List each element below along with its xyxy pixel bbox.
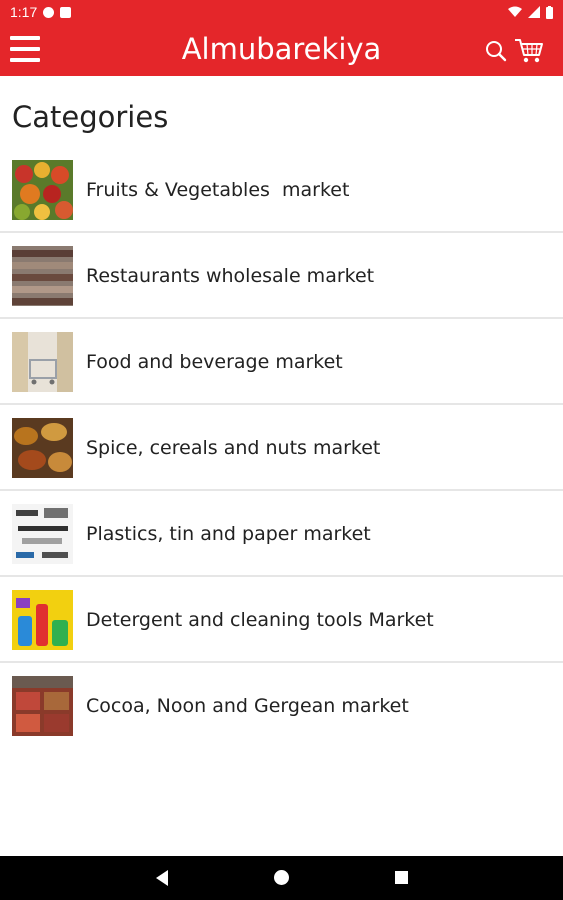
status-left: 1:17 xyxy=(10,4,72,20)
category-label: Food and beverage market xyxy=(86,351,343,373)
restaurants-wholesale-thumbnail xyxy=(12,246,73,306)
wifi-icon xyxy=(508,6,522,17)
system-nav-bar xyxy=(0,856,563,900)
status-bar: 1:17 xyxy=(0,0,563,24)
category-item-restaurants-wholesale[interactable]: Restaurants wholesale market xyxy=(0,233,563,319)
category-label: Cocoa, Noon and Gergean market xyxy=(86,695,409,717)
page-title: Categories xyxy=(12,100,169,134)
category-label: Plastics, tin and paper market xyxy=(86,523,371,545)
cart-icon[interactable] xyxy=(514,37,544,65)
home-icon[interactable] xyxy=(274,870,289,885)
category-list: Fruits & Vegetables market Restaurants w… xyxy=(0,147,563,749)
recents-icon[interactable] xyxy=(395,871,408,884)
app-bar: Almubarekiya xyxy=(0,24,563,76)
category-item-cocoa-noon-gergean[interactable]: Cocoa, Noon and Gergean market xyxy=(0,663,563,749)
category-item-spice-cereals-nuts[interactable]: Spice, cereals and nuts market xyxy=(0,405,563,491)
food-beverage-thumbnail xyxy=(12,332,73,392)
status-time: 1:17 xyxy=(10,4,38,20)
category-label: Detergent and cleaning tools Market xyxy=(86,609,434,631)
category-label: Restaurants wholesale market xyxy=(86,265,375,287)
category-item-detergent-cleaning[interactable]: Detergent and cleaning tools Market xyxy=(0,577,563,663)
back-icon[interactable] xyxy=(156,870,168,886)
notification-icon xyxy=(43,6,55,18)
status-right xyxy=(508,5,553,19)
cocoa-noon-gergean-thumbnail xyxy=(12,676,73,736)
category-item-plastics-tin-paper[interactable]: Plastics, tin and paper market xyxy=(0,491,563,577)
detergent-cleaning-thumbnail xyxy=(12,590,73,650)
battery-icon xyxy=(546,5,553,19)
plastics-tin-paper-thumbnail xyxy=(12,504,73,564)
signal-icon xyxy=(528,6,540,18)
spice-cereals-nuts-thumbnail xyxy=(12,418,73,478)
app-title: Almubarekiya xyxy=(181,32,382,66)
sim-icon xyxy=(60,6,72,18)
category-item-food-beverage[interactable]: Food and beverage market xyxy=(0,319,563,405)
category-label: Spice, cereals and nuts market xyxy=(86,437,381,459)
search-icon[interactable] xyxy=(484,39,508,63)
fruits-vegetables-thumbnail xyxy=(12,160,73,220)
category-label: Fruits & Vegetables market xyxy=(86,179,350,201)
category-item-fruits-vegetables[interactable]: Fruits & Vegetables market xyxy=(0,147,563,233)
